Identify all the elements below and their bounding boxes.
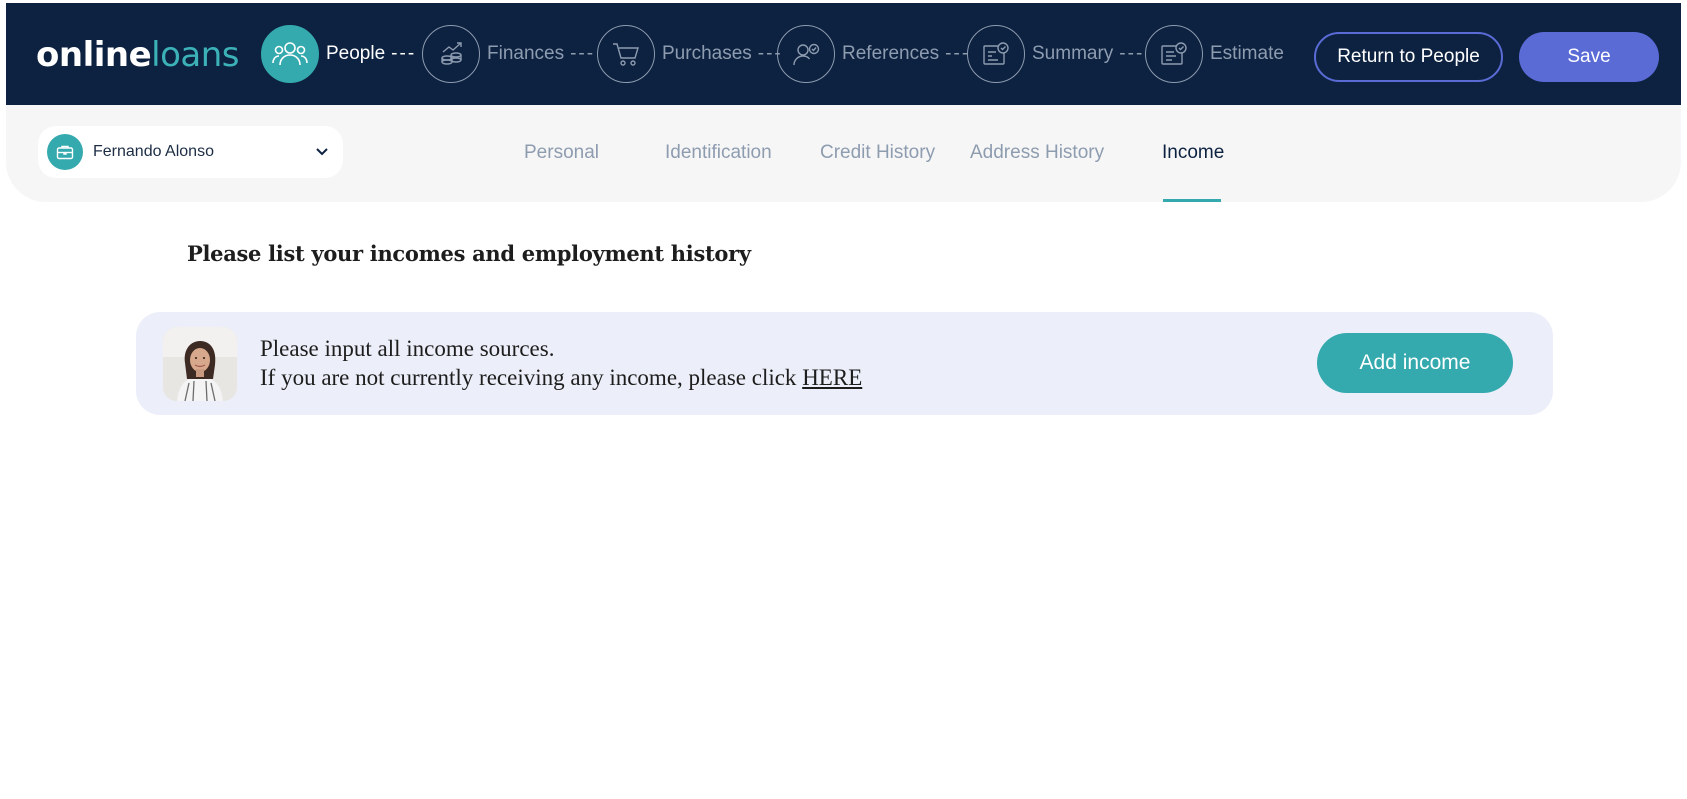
top-navigation-bar: onlineloans People --- Finances --- Purc… <box>6 3 1681 105</box>
instruction-line-2: If you are not currently receiving any i… <box>260 363 862 392</box>
finances-icon <box>422 25 480 83</box>
people-icon <box>261 25 319 83</box>
step-label-estimate: Estimate <box>1210 43 1284 64</box>
step-label-references: References <box>842 43 940 64</box>
save-button[interactable]: Save <box>1519 32 1659 82</box>
no-income-link[interactable]: HERE <box>802 365 862 390</box>
step-references[interactable]: References --- <box>777 25 970 83</box>
step-separator: --- <box>391 43 417 64</box>
step-label-finances: Finances <box>487 43 565 64</box>
step-finances[interactable]: Finances --- <box>422 25 595 83</box>
income-info-card: Please input all income sources. If you … <box>136 312 1553 415</box>
return-to-people-button[interactable]: Return to People <box>1314 32 1503 82</box>
summary-icon <box>967 25 1025 83</box>
instruction-line-1: Please input all income sources. <box>260 336 555 361</box>
step-separator: --- <box>1119 43 1145 64</box>
step-estimate[interactable]: Estimate <box>1145 25 1284 83</box>
step-separator: --- <box>570 43 596 64</box>
tab-identification[interactable]: Identification <box>665 142 772 164</box>
logo-text-loans: loans <box>151 35 239 75</box>
active-tab-indicator <box>1163 199 1221 202</box>
page-heading: Please list your incomes and employment … <box>187 241 751 266</box>
cart-icon <box>597 25 655 83</box>
step-label-people: People <box>326 43 386 64</box>
step-summary[interactable]: Summary --- <box>967 25 1144 83</box>
step-people[interactable]: People --- <box>261 25 416 83</box>
logo-text-online: online <box>36 35 152 75</box>
step-label-purchases: Purchases <box>662 43 752 64</box>
add-income-button[interactable]: Add income <box>1317 333 1513 393</box>
tab-personal[interactable]: Personal <box>524 142 599 164</box>
tab-address-history[interactable]: Address History <box>970 142 1104 164</box>
income-instructions: Please input all income sources. If you … <box>260 334 862 392</box>
estimate-icon <box>1145 25 1203 83</box>
step-purchases[interactable]: Purchases --- <box>597 25 783 83</box>
instruction-line-2-text: If you are not currently receiving any i… <box>260 365 797 390</box>
advisor-avatar <box>163 327 237 401</box>
references-icon <box>777 25 835 83</box>
step-label-summary: Summary <box>1032 43 1114 64</box>
tab-income[interactable]: Income <box>1162 142 1224 164</box>
tab-credit-history[interactable]: Credit History <box>820 142 935 164</box>
sub-navigation-bar: Fernando Alonso Personal Identification … <box>6 105 1681 202</box>
onlineloans-logo[interactable]: onlineloans <box>36 35 239 75</box>
section-tabs: Personal Identification Credit History A… <box>6 105 1681 202</box>
